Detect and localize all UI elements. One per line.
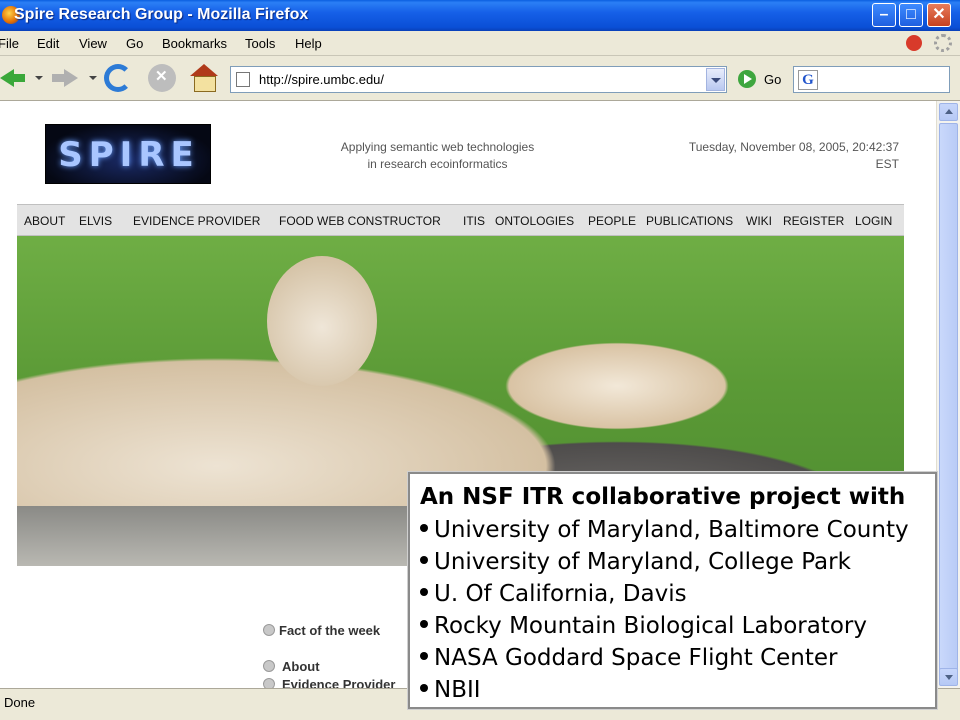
collaborator-list: University of Maryland, Baltimore County… bbox=[420, 516, 909, 708]
nav-people[interactable]: PEOPLE bbox=[588, 214, 636, 228]
menu-tools[interactable]: Tools bbox=[245, 36, 275, 51]
collaborator-name: University of Maryland, College Park bbox=[434, 549, 851, 575]
callout-heading: An NSF ITR collaborative project with bbox=[420, 484, 906, 510]
nav-itis[interactable]: ITIS bbox=[463, 214, 485, 228]
list-item: University of Maryland, College Park bbox=[420, 548, 909, 580]
back-dropdown-icon[interactable] bbox=[35, 76, 43, 80]
bullet-icon bbox=[420, 683, 428, 692]
scroll-thumb[interactable] bbox=[939, 123, 958, 683]
fact-of-week-link[interactable]: Fact of the week bbox=[279, 623, 380, 638]
menu-go[interactable]: Go bbox=[126, 36, 143, 51]
bullet-icon bbox=[420, 651, 428, 660]
address-dropdown-icon[interactable] bbox=[706, 68, 725, 91]
date-time: Tuesday, November 08, 2005, 20:42:37 EST bbox=[620, 139, 899, 173]
about-link[interactable]: About bbox=[282, 659, 320, 674]
nav-wiki[interactable]: WIKI bbox=[746, 214, 772, 228]
address-url[interactable]: http://spire.umbc.edu/ bbox=[259, 72, 384, 87]
tagline: Applying semantic web technologies in re… bbox=[320, 139, 555, 173]
collaborator-name: Rocky Mountain Biological Laboratory bbox=[434, 613, 867, 639]
bullet-icon bbox=[420, 555, 428, 564]
google-search-icon[interactable]: G bbox=[798, 70, 818, 90]
maximize-button[interactable]: □ bbox=[899, 3, 923, 27]
collaborator-name: University of Maryland, Baltimore County bbox=[434, 517, 909, 543]
circle-bullet-icon bbox=[263, 678, 275, 688]
spire-logo[interactable]: SPIRE bbox=[45, 124, 211, 184]
window-title: Spire Research Group - Mozilla Firefox bbox=[14, 6, 309, 23]
nav-elvis[interactable]: ELVIS bbox=[79, 214, 112, 228]
go-button[interactable]: Go bbox=[764, 72, 781, 87]
logo-text: SPIRE bbox=[58, 135, 200, 175]
bullet-icon bbox=[420, 619, 428, 628]
reload-icon[interactable] bbox=[104, 64, 132, 92]
tagline-line-2: in research ecoinformatics bbox=[367, 157, 508, 171]
nav-register[interactable]: REGISTER bbox=[783, 214, 844, 228]
nav-publications[interactable]: PUBLICATIONS bbox=[646, 214, 733, 228]
title-bar: Spire Research Group - Mozilla Firefox –… bbox=[0, 0, 960, 31]
circle-bullet-icon bbox=[263, 660, 275, 672]
evidence-provider-link[interactable]: Evidence Provider bbox=[282, 677, 395, 688]
date-line-1: Tuesday, November 08, 2005, 20:42:37 bbox=[688, 140, 899, 154]
go-icon[interactable] bbox=[738, 70, 756, 88]
collaborator-name: NASA Goddard Space Flight Center bbox=[434, 645, 838, 671]
scroll-down-arrow-icon[interactable] bbox=[939, 668, 958, 686]
date-line-2: EST bbox=[875, 157, 899, 171]
menu-help[interactable]: Help bbox=[295, 36, 322, 51]
nav-ontologies[interactable]: ONTOLOGIES bbox=[495, 214, 574, 228]
forward-arrow-icon[interactable] bbox=[52, 64, 80, 92]
collaborators-callout: An NSF ITR collaborative project with Un… bbox=[408, 472, 937, 709]
list-item: U. Of California, Davis bbox=[420, 580, 909, 612]
nav-login[interactable]: LOGIN bbox=[855, 214, 892, 228]
site-nav: ABOUT ELVIS EVIDENCE PROVIDER FOOD WEB C… bbox=[17, 204, 904, 236]
back-arrow-icon[interactable] bbox=[0, 64, 28, 92]
scroll-up-arrow-icon[interactable] bbox=[939, 103, 958, 121]
nav-evidence-provider[interactable]: EVIDENCE PROVIDER bbox=[133, 214, 260, 228]
address-bar[interactable]: http://spire.umbc.edu/ bbox=[230, 66, 727, 93]
notification-icon[interactable] bbox=[906, 35, 922, 51]
list-item: University of Maryland, Baltimore County bbox=[420, 516, 909, 548]
nav-about[interactable]: ABOUT bbox=[24, 214, 65, 228]
collaborator-name: NBII bbox=[434, 677, 481, 703]
close-button[interactable]: ✕ bbox=[927, 3, 951, 27]
page-icon bbox=[236, 72, 250, 87]
search-input[interactable]: G bbox=[793, 66, 950, 93]
tagline-line-1: Applying semantic web technologies bbox=[340, 140, 535, 154]
minimize-button[interactable]: – bbox=[872, 3, 896, 27]
list-item: NBII bbox=[420, 676, 909, 708]
status-text: Done bbox=[4, 695, 36, 710]
menu-edit[interactable]: Edit bbox=[37, 36, 59, 51]
forward-dropdown-icon[interactable] bbox=[89, 76, 97, 80]
list-item: Rocky Mountain Biological Laboratory bbox=[420, 612, 909, 644]
collaborator-name: U. Of California, Davis bbox=[434, 581, 687, 607]
nav-food-web-constructor[interactable]: FOOD WEB CONSTRUCTOR bbox=[279, 214, 441, 228]
home-icon[interactable] bbox=[190, 64, 218, 92]
bullet-icon bbox=[420, 587, 428, 596]
throbber-icon bbox=[934, 34, 952, 52]
menu-bar: File Edit View Go Bookmarks Tools Help bbox=[0, 31, 960, 56]
vertical-scrollbar[interactable] bbox=[936, 101, 960, 688]
menu-view[interactable]: View bbox=[79, 36, 107, 51]
list-item: NASA Goddard Space Flight Center bbox=[420, 644, 909, 676]
lion-paw bbox=[267, 256, 377, 386]
stop-icon[interactable] bbox=[148, 64, 176, 92]
circle-bullet-icon bbox=[263, 624, 275, 636]
menu-file[interactable]: File bbox=[0, 36, 19, 51]
menu-bookmarks[interactable]: Bookmarks bbox=[162, 36, 227, 51]
bullet-icon bbox=[420, 523, 428, 532]
